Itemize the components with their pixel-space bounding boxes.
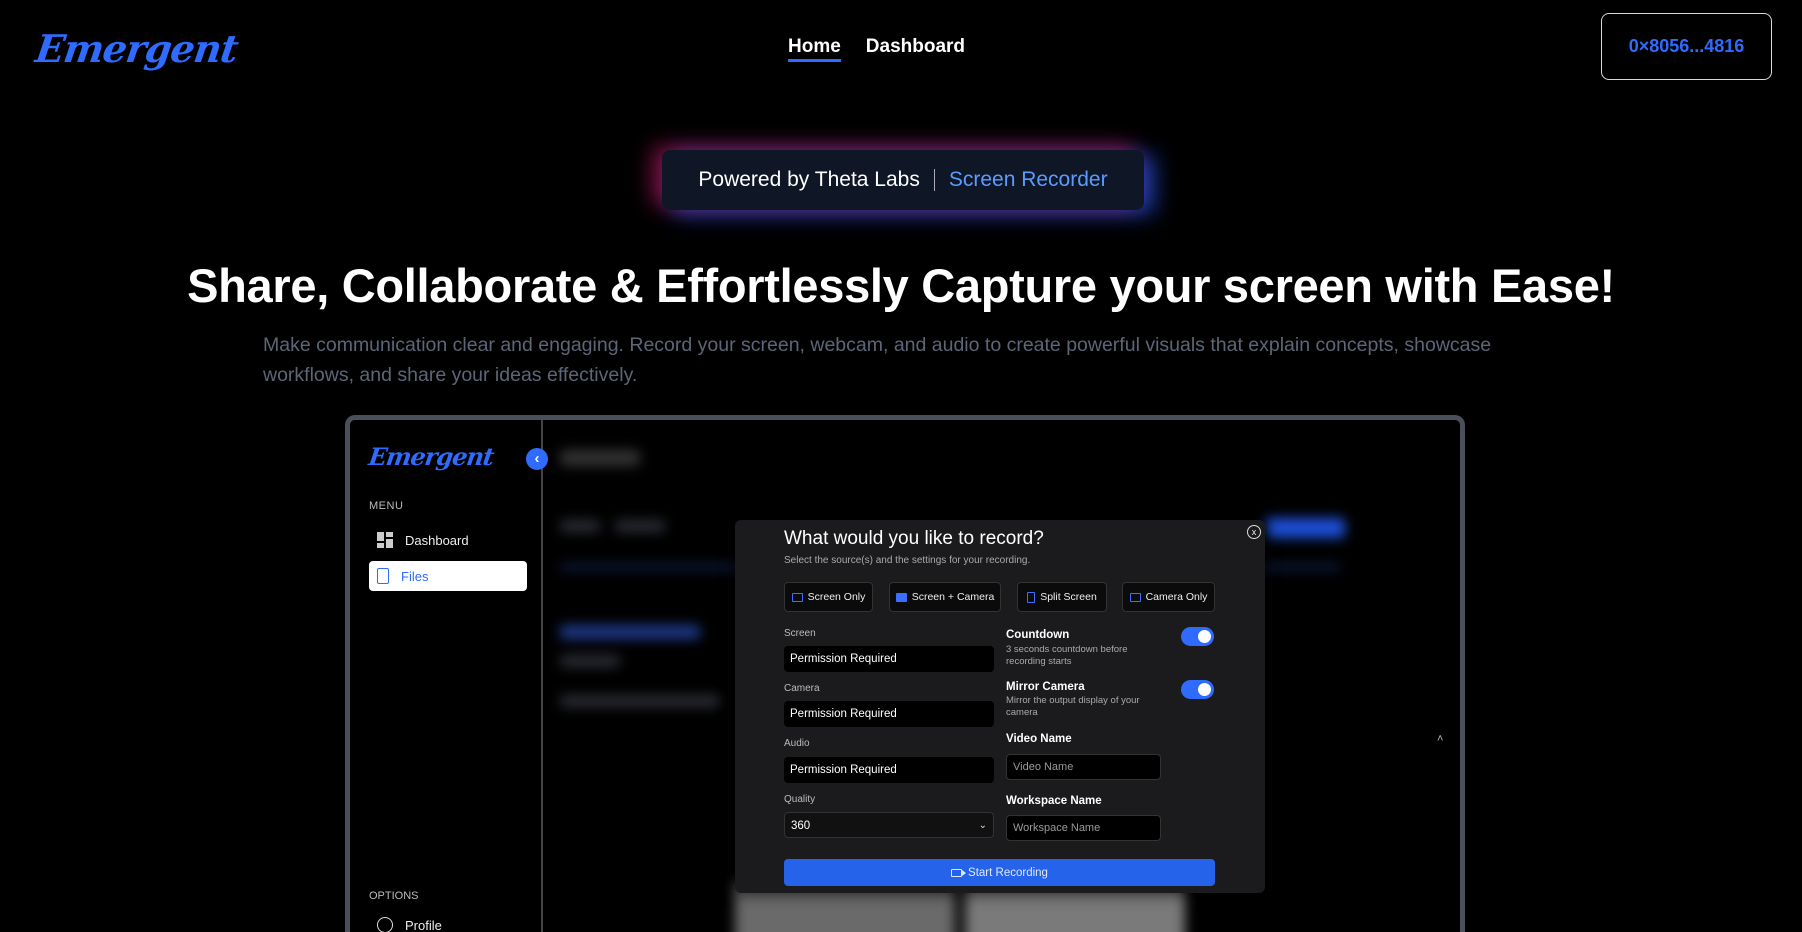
blurred-tab [560, 520, 600, 532]
source-split-screen-button[interactable]: Split Screen [1017, 582, 1107, 612]
camera-select[interactable]: Permission Required [784, 701, 994, 727]
monitor-camera-icon [895, 592, 907, 602]
source-screen-only-button[interactable]: Screen Only [784, 582, 873, 612]
camera-label: Camera [784, 683, 820, 694]
blurred-heading [560, 625, 700, 639]
screen-label: Screen [784, 628, 816, 639]
video-name-input[interactable]: Video Name [1006, 754, 1161, 780]
source-camera-only-button[interactable]: Camera Only [1122, 582, 1215, 612]
modal-title: What would you like to record? [784, 528, 1044, 549]
screen-select[interactable]: Permission Required [784, 646, 994, 672]
sidebar-item-label: Files [401, 568, 429, 584]
sidebar-item-profile[interactable]: Profile [369, 910, 527, 932]
sidebar-item-label: Dashboard [405, 532, 469, 548]
user-circle-icon [377, 917, 393, 932]
start-recording-button[interactable]: Start Recording [784, 859, 1215, 886]
countdown-toggle[interactable] [1181, 627, 1214, 646]
nav-dashboard-link[interactable]: Dashboard [866, 36, 965, 62]
app-sidebar: Emergent ‹ MENU Dashboard Files OPTIONS … [350, 420, 548, 932]
wallet-address-button[interactable]: 0×8056...4816 [1601, 13, 1772, 80]
chevron-down-icon: ⌄ [978, 820, 987, 831]
split-screen-icon [1027, 591, 1036, 603]
source-label: Split Screen [1040, 591, 1097, 603]
source-label: Screen + Camera [911, 591, 995, 603]
file-icon [377, 568, 389, 584]
source-label: Screen Only [807, 591, 866, 603]
sidebar-item-files[interactable]: Files [369, 561, 527, 591]
quality-value: 360 [791, 820, 811, 832]
start-recording-label: Start Recording [968, 866, 1048, 879]
audio-select[interactable]: Permission Required [784, 757, 994, 783]
source-label: Camera Only [1145, 591, 1208, 603]
options-section-label: OPTIONS [369, 890, 419, 902]
workspace-name-input[interactable]: Workspace Name [1006, 815, 1161, 841]
blurred-text [560, 655, 620, 667]
monitor-icon [791, 592, 803, 602]
countdown-description: 3 seconds countdown before recording sta… [1006, 644, 1128, 667]
workspace-name-label: Workspace Name [1006, 795, 1102, 807]
blurred-text [560, 695, 720, 707]
app-logo: Emergent [366, 442, 496, 471]
badge-divider [933, 169, 935, 191]
countdown-title: Countdown [1006, 629, 1070, 641]
sidebar-item-label: Profile [405, 917, 442, 932]
quality-label: Quality [784, 794, 816, 805]
mirror-camera-toggle[interactable] [1181, 680, 1214, 699]
audio-label: Audio [784, 738, 810, 749]
hero-headline: Share, Collaborate & Effortlessly Captur… [187, 259, 1615, 312]
sidebar-item-dashboard[interactable]: Dashboard [369, 525, 527, 555]
video-camera-icon [951, 868, 967, 877]
blurred-button [1265, 518, 1345, 538]
quality-select[interactable]: 360 ⌄ [784, 812, 994, 838]
hero-subtext: Make communication clear and engaging. R… [263, 334, 1492, 386]
blurred-tab [615, 520, 665, 532]
powered-by-text: Powered by Theta Labs [698, 168, 920, 191]
record-modal: What would you like to record? Select th… [735, 520, 1265, 893]
camera-icon [1129, 592, 1141, 602]
menu-section-label: MENU [369, 500, 404, 512]
top-nav: Home Dashboard [788, 36, 965, 62]
modal-subtitle: Select the source(s) and the settings fo… [784, 555, 1031, 566]
chevron-up-icon[interactable]: ˄ [1437, 733, 1443, 745]
blurred-title [560, 450, 640, 466]
product-name: Screen Recorder [948, 168, 1108, 191]
powered-by-badge: Powered by Theta Labs Screen Recorder [662, 150, 1144, 210]
close-icon[interactable]: x [1247, 525, 1261, 539]
source-screen-camera-button[interactable]: Screen + Camera [889, 582, 1001, 612]
mirror-camera-description: Mirror the output display of your camera [1006, 695, 1140, 718]
nav-home-link[interactable]: Home [788, 36, 841, 62]
video-name-label: Video Name [1006, 733, 1072, 745]
mirror-camera-title: Mirror Camera [1006, 681, 1085, 693]
brand-logo[interactable]: Emergent [33, 26, 241, 71]
grid-icon [377, 532, 393, 548]
